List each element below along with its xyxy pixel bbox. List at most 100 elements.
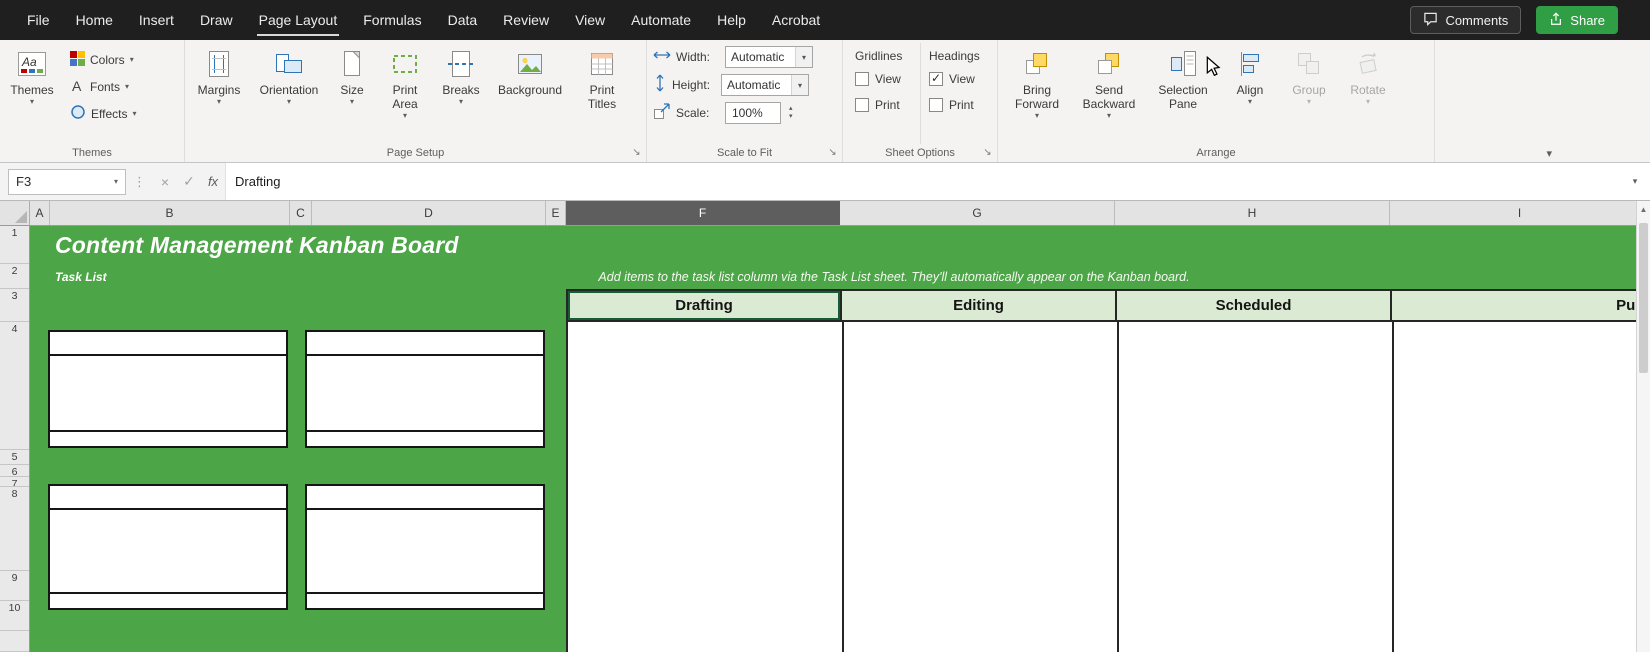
mouse-cursor xyxy=(1206,55,1221,82)
scale-input[interactable]: 100% xyxy=(725,102,781,124)
row-header-10[interactable]: 10 xyxy=(0,601,29,631)
gridlines-print-checkbox[interactable]: Print xyxy=(847,92,920,118)
menu-tab-automate[interactable]: Automate xyxy=(618,0,704,40)
name-box[interactable]: F3 ▾ xyxy=(8,168,126,195)
send-backward-icon xyxy=(1096,48,1122,80)
headings-print-checkbox[interactable]: Print xyxy=(921,92,993,118)
row-header-11[interactable] xyxy=(0,631,29,652)
menu-tab-file[interactable]: File xyxy=(14,0,63,40)
col-header-c[interactable]: C xyxy=(290,201,312,225)
menu-tab-insert[interactable]: Insert xyxy=(126,0,187,40)
col-header-b[interactable]: B xyxy=(50,201,290,225)
drag-handle-icon: ⋮ xyxy=(133,173,146,189)
task-card-title-row xyxy=(50,486,286,510)
menu-tab-formulas[interactable]: Formulas xyxy=(350,0,434,40)
row-header-2[interactable]: 2 xyxy=(0,264,29,289)
group-objects-icon xyxy=(1296,48,1322,80)
row-header-7[interactable]: 7 xyxy=(0,477,29,487)
kanban-header-editing[interactable]: Editing xyxy=(842,291,1117,320)
row-header-5[interactable]: 5 xyxy=(0,450,29,465)
menu-tab-acrobat[interactable]: Acrobat xyxy=(759,0,833,40)
chevron-down-icon: ▾ xyxy=(795,47,812,67)
theme-colors-button[interactable]: Colors ▾ xyxy=(64,46,142,73)
spinner-down-icon: ▾ xyxy=(789,113,793,120)
margins-button[interactable]: Margins ▾ xyxy=(189,43,249,137)
task-card[interactable] xyxy=(48,484,288,610)
background-button[interactable]: Background xyxy=(491,43,569,137)
task-card-title-row xyxy=(50,332,286,356)
menu-tab-page-layout[interactable]: Page Layout xyxy=(246,0,351,40)
expand-formula-bar-icon[interactable]: ▾ xyxy=(1620,163,1650,200)
row-header-6[interactable]: 6 xyxy=(0,465,29,477)
kanban-board xyxy=(566,322,1650,652)
background-icon xyxy=(516,48,544,80)
orientation-icon xyxy=(275,48,303,80)
col-header-h[interactable]: H xyxy=(1115,201,1390,225)
row-header-1[interactable]: 1 xyxy=(0,226,29,264)
task-card[interactable] xyxy=(305,484,545,610)
enter-button[interactable]: ✓ xyxy=(177,173,201,190)
share-button[interactable]: Share xyxy=(1536,6,1618,34)
align-button[interactable]: Align ▾ xyxy=(1224,43,1276,137)
headings-options: Headings View Print xyxy=(920,43,993,144)
collapse-ribbon-button[interactable]: ▾ xyxy=(1546,147,1552,160)
ribbon-group-page-setup: Margins ▾ Orientation ▾ Size ▾ Print Are… xyxy=(185,40,647,162)
themes-button[interactable]: Aa Themes ▾ xyxy=(4,43,60,137)
col-header-a[interactable]: A xyxy=(30,201,50,225)
vertical-scrollbar[interactable]: ▲ xyxy=(1636,201,1650,652)
sheet-options-dialog-launcher[interactable]: ↘ xyxy=(981,146,994,159)
breaks-button[interactable]: Breaks ▾ xyxy=(435,43,487,137)
row-header-8[interactable]: 8 xyxy=(0,487,29,571)
menu-tab-view[interactable]: View xyxy=(562,0,618,40)
menu-tab-data[interactable]: Data xyxy=(435,0,491,40)
select-all-corner[interactable] xyxy=(0,201,30,225)
size-button[interactable]: Size ▾ xyxy=(329,43,375,137)
col-header-f[interactable]: F xyxy=(566,201,840,225)
task-card[interactable] xyxy=(48,330,288,448)
kanban-header-drafting[interactable]: Drafting xyxy=(568,291,842,320)
scale-to-fit-dialog-launcher[interactable]: ↘ xyxy=(826,146,839,159)
task-card-footer-row xyxy=(50,430,286,446)
page-setup-dialog-launcher[interactable]: ↘ xyxy=(630,146,643,159)
formula-input[interactable]: Drafting xyxy=(225,163,1620,200)
spinner-up-icon: ▴ xyxy=(789,105,793,112)
comments-button[interactable]: Comments xyxy=(1410,6,1522,34)
row-header-3[interactable]: 3 xyxy=(0,289,29,322)
formula-bar: F3 ▾ ⋮ × ✓ fx Drafting ▾ xyxy=(0,163,1650,201)
bring-forward-button[interactable]: Bring Forward ▾ xyxy=(1006,43,1068,137)
insert-function-button[interactable]: fx xyxy=(201,174,225,189)
col-header-g[interactable]: G xyxy=(840,201,1115,225)
chevron-down-icon: ▾ xyxy=(113,177,118,186)
kanban-header-scheduled[interactable]: Scheduled xyxy=(1117,291,1392,320)
scale-spinner[interactable]: ▴ ▾ xyxy=(789,105,793,121)
orientation-button[interactable]: Orientation ▾ xyxy=(253,43,325,137)
task-card[interactable] xyxy=(305,330,545,448)
col-header-i[interactable]: I xyxy=(1390,201,1650,225)
gridlines-view-checkbox[interactable]: View xyxy=(847,66,920,92)
print-area-button[interactable]: Print Area ▾ xyxy=(379,43,431,137)
headings-view-checkbox[interactable]: View xyxy=(921,66,993,92)
scrollbar-thumb[interactable] xyxy=(1639,223,1648,373)
share-icon xyxy=(1549,11,1563,29)
kanban-header-published[interactable]: Published xyxy=(1392,291,1650,320)
print-titles-button[interactable]: Print Titles xyxy=(573,43,631,137)
menu-tab-help[interactable]: Help xyxy=(704,0,759,40)
task-card-title-row xyxy=(307,332,543,356)
send-backward-button[interactable]: Send Backward ▾ xyxy=(1076,43,1142,137)
col-header-d[interactable]: D xyxy=(312,201,546,225)
theme-fonts-button[interactable]: A Fonts ▾ xyxy=(64,73,142,100)
menu-tab-home[interactable]: Home xyxy=(63,0,126,40)
scale-icon xyxy=(653,102,671,125)
scroll-up-icon[interactable]: ▲ xyxy=(1637,201,1650,219)
row-header-9[interactable]: 9 xyxy=(0,571,29,601)
height-select[interactable]: Automatic ▾ xyxy=(721,74,809,96)
menu-tab-review[interactable]: Review xyxy=(490,0,562,40)
bring-forward-icon xyxy=(1024,48,1050,80)
cancel-button[interactable]: × xyxy=(153,174,177,190)
width-select[interactable]: Automatic ▾ xyxy=(725,46,813,68)
task-card-body xyxy=(307,510,543,592)
col-header-e[interactable]: E xyxy=(546,201,566,225)
row-header-4[interactable]: 4 xyxy=(0,322,29,450)
menu-tab-draw[interactable]: Draw xyxy=(187,0,246,40)
theme-effects-button[interactable]: Effects ▾ xyxy=(64,100,142,127)
